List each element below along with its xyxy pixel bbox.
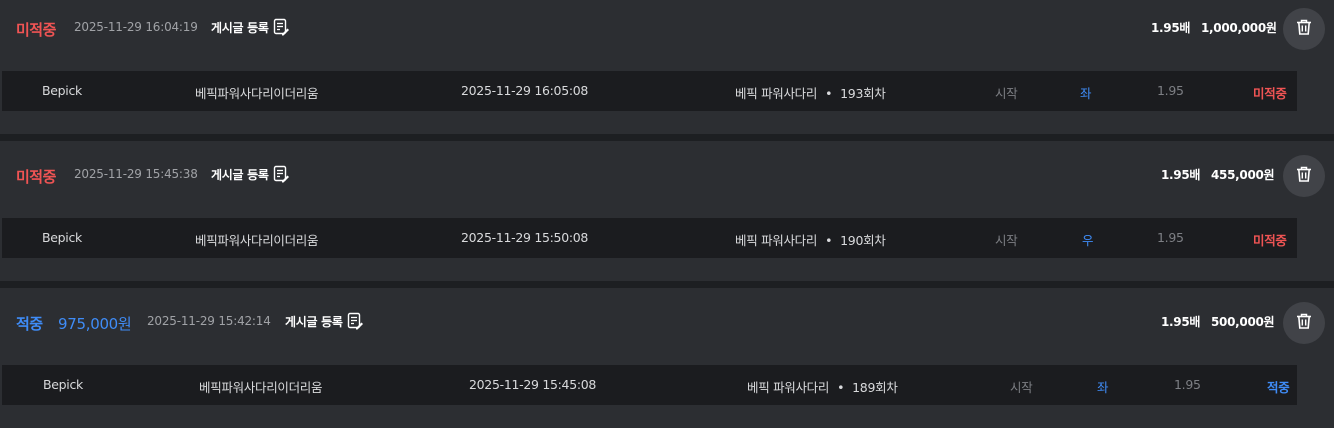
bet-status: 적중: [16, 315, 43, 333]
trash-icon: [1295, 312, 1313, 334]
row-odds: 1.95: [1157, 83, 1184, 98]
row-pick-type: 시작: [995, 233, 1018, 248]
row-game-name: 베픽 파워사다리: [735, 86, 818, 101]
post-register-label: 게시글 등록: [285, 314, 343, 329]
bet-amount: 1,000,000원: [1201, 21, 1277, 35]
row-time: 2025-11-29 15:50:08: [461, 230, 589, 245]
row-game-name: 베픽 파워사다리: [747, 380, 830, 395]
delete-button[interactable]: [1283, 8, 1325, 50]
row-odds: 1.95: [1157, 230, 1184, 245]
bet-card-header: 적중 975,000원 2025-11-29 15:42:14 게시글 등록 1…: [0, 294, 1334, 350]
row-game-round: 베픽 파워사다리 • 193회차: [735, 83, 886, 102]
bet-odds: 1.95배: [1161, 168, 1201, 182]
bet-detail-row: Bepick 베픽파워사다리이더리움 2025-11-29 15:50:08 베…: [2, 218, 1297, 258]
row-pick: 좌: [1097, 380, 1109, 395]
row-game-name: 베픽 파워사다리: [735, 233, 818, 248]
trash-icon: [1295, 18, 1313, 40]
edit-note-icon: [273, 18, 289, 36]
row-site: Bepick: [42, 83, 82, 98]
row-game-round: 베픽 파워사다리 • 190회차: [735, 230, 886, 249]
separator-dot: •: [825, 86, 833, 101]
post-register-button[interactable]: 게시글 등록: [211, 18, 289, 36]
row-time: 2025-11-29 16:05:08: [461, 83, 589, 98]
win-amount: 975,000원: [58, 315, 132, 333]
edit-note-icon: [273, 165, 289, 183]
trash-icon: [1295, 165, 1313, 187]
bet-detail-row: Bepick 베픽파워사다리이더리움 2025-11-29 15:45:08 베…: [2, 365, 1297, 405]
row-game: 베픽파워사다리이더리움: [195, 86, 319, 101]
bet-detail-row: Bepick 베픽파워사다리이더리움 2025-11-29 16:05:08 베…: [2, 71, 1297, 111]
row-site: Bepick: [42, 230, 82, 245]
bet-card-header: 미적중 2025-11-29 16:04:19 게시글 등록 1.95배 1,0…: [0, 0, 1334, 56]
bet-time: 2025-11-29 15:45:38: [74, 167, 198, 181]
row-pick-type: 시작: [995, 86, 1018, 101]
edit-note-icon: [347, 312, 363, 330]
bet-card: 미적중 2025-11-29 16:04:19 게시글 등록 1.95배 1,0…: [0, 0, 1334, 134]
row-result: 적중: [1267, 380, 1290, 395]
post-register-button[interactable]: 게시글 등록: [285, 312, 363, 330]
delete-button[interactable]: [1283, 302, 1325, 344]
bet-time: 2025-11-29 16:04:19: [74, 20, 198, 34]
bet-amount: 500,000원: [1211, 315, 1275, 329]
bet-odds: 1.95배: [1161, 315, 1201, 329]
bet-card: 적중 975,000원 2025-11-29 15:42:14 게시글 등록 1…: [0, 288, 1334, 428]
row-result: 미적중: [1253, 86, 1287, 101]
bet-odds: 1.95배: [1151, 21, 1191, 35]
row-round: 193회차: [840, 86, 886, 101]
bet-time: 2025-11-29 15:42:14: [147, 314, 271, 328]
post-register-label: 게시글 등록: [211, 20, 269, 35]
bet-amount: 455,000원: [1211, 168, 1275, 182]
delete-button[interactable]: [1283, 155, 1325, 197]
bet-status: 미적중: [16, 21, 56, 39]
bet-status: 미적중: [16, 168, 56, 186]
row-pick: 우: [1082, 233, 1094, 248]
separator-dot: •: [837, 380, 845, 395]
row-result: 미적중: [1253, 233, 1287, 248]
post-register-button[interactable]: 게시글 등록: [211, 165, 289, 183]
row-game: 베픽파워사다리이더리움: [199, 380, 323, 395]
bet-card-header: 미적중 2025-11-29 15:45:38 게시글 등록 1.95배 455…: [0, 147, 1334, 203]
row-game: 베픽파워사다리이더리움: [195, 233, 319, 248]
row-round: 189회차: [852, 380, 898, 395]
row-time: 2025-11-29 15:45:08: [469, 377, 597, 392]
row-round: 190회차: [840, 233, 886, 248]
post-register-label: 게시글 등록: [211, 167, 269, 182]
row-pick-type: 시작: [1010, 380, 1033, 395]
separator-dot: •: [825, 233, 833, 248]
row-game-round: 베픽 파워사다리 • 189회차: [747, 377, 898, 396]
row-site: Bepick: [43, 377, 83, 392]
row-odds: 1.95: [1174, 377, 1201, 392]
row-pick: 좌: [1080, 86, 1092, 101]
bet-card: 미적중 2025-11-29 15:45:38 게시글 등록 1.95배 455…: [0, 141, 1334, 281]
